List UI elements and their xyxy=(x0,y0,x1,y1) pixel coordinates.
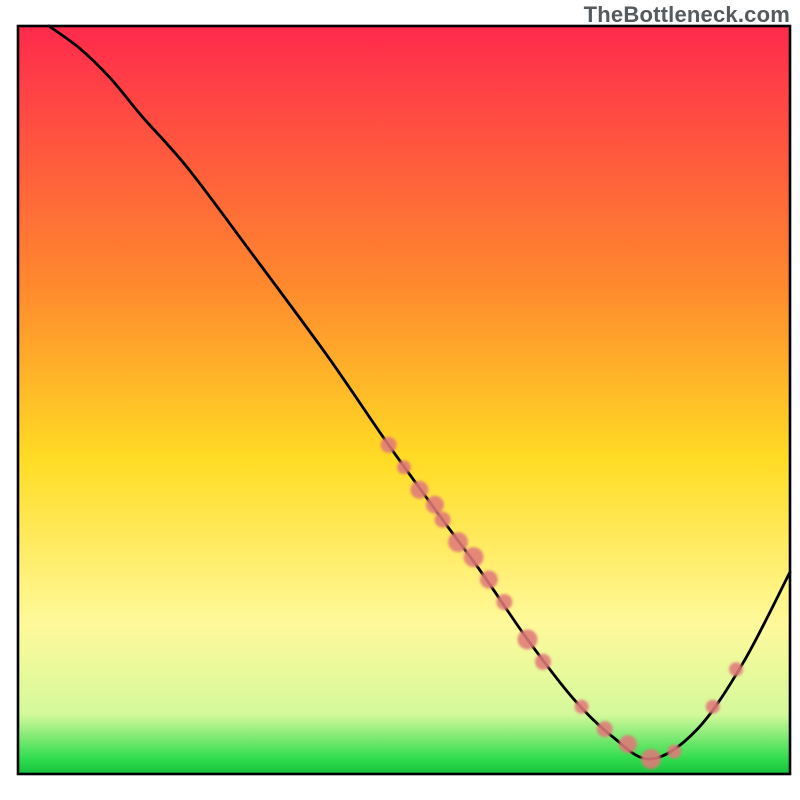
marker-dot xyxy=(597,721,613,737)
attribution-text: TheBottleneck.com xyxy=(584,2,790,28)
marker-dot xyxy=(641,749,661,769)
marker-dot xyxy=(381,437,397,453)
marker-dot xyxy=(496,594,512,610)
marker-dot xyxy=(480,571,498,589)
marker-dot xyxy=(448,532,468,552)
gradient-background xyxy=(18,26,790,774)
marker-dot xyxy=(426,496,444,514)
plot-area xyxy=(18,26,790,774)
marker-dot xyxy=(575,700,589,714)
marker-dot xyxy=(729,662,743,676)
chart-svg xyxy=(0,0,800,800)
marker-dot xyxy=(535,654,551,670)
marker-dot xyxy=(619,735,637,753)
marker-dot xyxy=(706,700,720,714)
marker-dot xyxy=(464,547,484,567)
chart-root: TheBottleneck.com xyxy=(0,0,800,800)
marker-dot xyxy=(518,629,538,649)
marker-dot xyxy=(397,460,411,474)
marker-dot xyxy=(667,745,681,759)
marker-dot xyxy=(435,512,451,528)
marker-dot xyxy=(410,481,428,499)
